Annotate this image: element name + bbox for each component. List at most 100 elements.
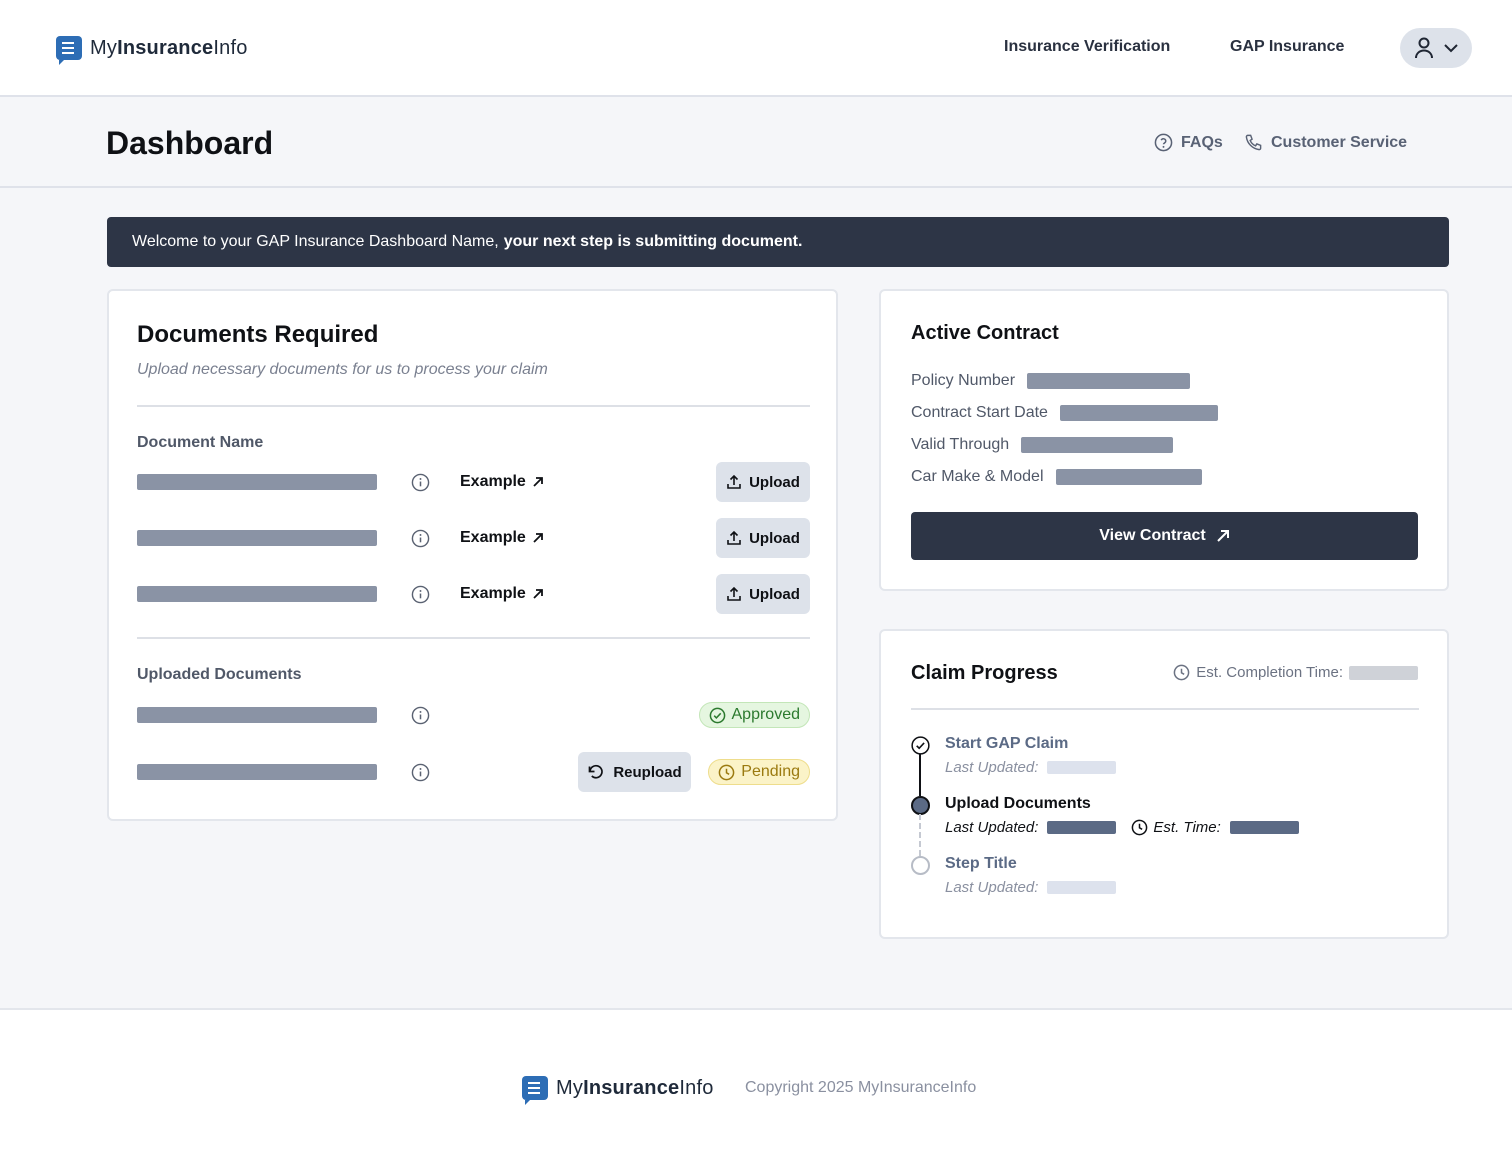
nav-insurance-verification[interactable]: Insurance Verification bbox=[1004, 38, 1170, 56]
step-meta: Last Updated: Est. Time: bbox=[945, 819, 1299, 836]
pending-badge: Pending bbox=[708, 759, 810, 785]
est-completion-label: Est. Completion Time: bbox=[1196, 664, 1343, 681]
documents-subtitle: Upload necessary documents for us to pro… bbox=[137, 361, 548, 378]
example-link[interactable]: Example bbox=[460, 473, 544, 491]
info-icon[interactable] bbox=[411, 763, 430, 782]
last-updated-placeholder bbox=[1047, 761, 1117, 774]
documents-required-card: Documents Required Upload necessary docu… bbox=[107, 289, 838, 821]
contract-start-date-field: Contract Start Date bbox=[911, 404, 1218, 422]
required-document-row: Example Upload bbox=[137, 518, 810, 558]
user-icon bbox=[1415, 37, 1433, 59]
upcoming-step-icon bbox=[911, 856, 930, 875]
arrow-up-right-icon bbox=[533, 477, 543, 487]
approved-badge: Approved bbox=[698, 702, 810, 728]
document-name-placeholder bbox=[137, 707, 377, 723]
logo-icon bbox=[56, 36, 82, 65]
claim-title: Claim Progress bbox=[911, 662, 1058, 684]
required-document-row: Example Upload bbox=[137, 574, 810, 614]
top-navbar: MyInsuranceInfo Insurance Verification G… bbox=[0, 0, 1512, 97]
arrow-up-right-icon bbox=[533, 589, 543, 599]
nav-gap-insurance[interactable]: GAP Insurance bbox=[1230, 38, 1344, 56]
upload-button[interactable]: Upload bbox=[716, 518, 810, 558]
current-step-icon bbox=[911, 796, 930, 815]
step-meta: Last Updated: bbox=[945, 879, 1117, 896]
brand-name: MyInsuranceInfo bbox=[556, 1076, 714, 1099]
user-menu-button[interactable] bbox=[1400, 28, 1472, 68]
last-updated-placeholder bbox=[1047, 821, 1117, 834]
document-name-placeholder bbox=[137, 586, 377, 602]
valid-through-placeholder bbox=[1021, 437, 1174, 453]
info-icon[interactable] bbox=[411, 585, 430, 604]
view-contract-button[interactable]: View Contract bbox=[911, 512, 1418, 560]
info-icon[interactable] bbox=[411, 529, 430, 548]
clock-icon bbox=[1173, 664, 1190, 681]
clock-icon bbox=[1132, 819, 1148, 836]
example-link[interactable]: Example bbox=[460, 585, 544, 603]
reupload-button[interactable]: Reupload bbox=[578, 752, 691, 792]
footer-logo[interactable]: MyInsuranceInfo bbox=[522, 1076, 714, 1105]
upload-icon bbox=[727, 586, 741, 601]
faqs-label: FAQs bbox=[1181, 133, 1223, 151]
document-name-placeholder bbox=[137, 474, 377, 490]
progress-connector-complete bbox=[919, 754, 921, 796]
last-updated-placeholder bbox=[1047, 881, 1117, 894]
uploaded-document-row: Reupload Pending bbox=[137, 752, 810, 792]
est-time-placeholder bbox=[1229, 821, 1299, 834]
divider bbox=[137, 405, 810, 407]
car-make-model-field: Car Make & Model bbox=[911, 468, 1202, 486]
page-header: Dashboard FAQs Customer Service bbox=[0, 97, 1512, 188]
documents-title: Documents Required bbox=[137, 321, 379, 348]
active-contract-card: Active Contract Policy Number Contract S… bbox=[879, 289, 1449, 591]
divider bbox=[137, 637, 810, 639]
est-completion-placeholder bbox=[1349, 665, 1418, 680]
chevron-down-icon bbox=[1444, 43, 1458, 52]
arrow-up-right-icon bbox=[533, 533, 543, 543]
example-link[interactable]: Example bbox=[460, 529, 544, 547]
copyright-text: Copyright 2025 MyInsuranceInfo bbox=[745, 1079, 977, 1096]
phone-icon bbox=[1245, 134, 1262, 151]
step-title: Step Title bbox=[945, 855, 1017, 872]
banner-text: Welcome to your GAP Insurance Dashboard … bbox=[132, 233, 499, 250]
divider bbox=[911, 708, 1419, 710]
step-meta: Last Updated: bbox=[945, 759, 1117, 776]
valid-through-label: Valid Through bbox=[911, 436, 1010, 453]
car-make-model-placeholder bbox=[1055, 469, 1202, 485]
policy-number-field: Policy Number bbox=[911, 372, 1191, 390]
car-make-model-label: Car Make & Model bbox=[911, 468, 1044, 485]
info-icon[interactable] bbox=[411, 706, 430, 725]
progress-connector-upcoming bbox=[919, 814, 921, 856]
check-icon bbox=[911, 736, 930, 755]
claim-progress-card: Claim Progress Est. Completion Time: Sta… bbox=[879, 629, 1449, 939]
required-document-row: Example Upload bbox=[137, 462, 810, 502]
faqs-link[interactable]: FAQs bbox=[1154, 133, 1223, 152]
footer: MyInsuranceInfo Copyright 2025 MyInsuran… bbox=[0, 1008, 1512, 1162]
document-name-label: Document Name bbox=[137, 434, 264, 451]
page-title: Dashboard bbox=[106, 125, 274, 161]
customer-service-link[interactable]: Customer Service bbox=[1244, 133, 1407, 152]
customer-service-label: Customer Service bbox=[1271, 133, 1408, 151]
banner-next-step: your next step is submitting document. bbox=[503, 233, 803, 250]
contract-title: Active Contract bbox=[911, 322, 1059, 344]
document-name-placeholder bbox=[137, 530, 377, 546]
brand-logo[interactable]: MyInsuranceInfo bbox=[56, 36, 248, 65]
brand-name: MyInsuranceInfo bbox=[90, 36, 248, 59]
document-name-placeholder bbox=[137, 764, 377, 780]
rotate-ccw-icon bbox=[588, 764, 604, 779]
step-title: Start GAP Claim bbox=[945, 735, 1069, 752]
info-icon[interactable] bbox=[411, 473, 430, 492]
upload-button[interactable]: Upload bbox=[716, 462, 810, 502]
welcome-banner: Welcome to your GAP Insurance Dashboard … bbox=[107, 217, 1449, 267]
upload-button[interactable]: Upload bbox=[716, 574, 810, 614]
arrow-up-right-icon bbox=[1216, 530, 1229, 542]
logo-icon bbox=[522, 1076, 548, 1105]
help-circle-icon bbox=[1154, 133, 1173, 152]
valid-through-field: Valid Through bbox=[911, 436, 1174, 454]
clock-icon bbox=[718, 764, 735, 780]
upload-icon bbox=[727, 474, 741, 489]
policy-number-placeholder bbox=[1027, 373, 1191, 389]
contract-start-date-placeholder bbox=[1059, 405, 1218, 421]
est-completion: Est. Completion Time: bbox=[1173, 664, 1418, 681]
uploaded-documents-label: Uploaded Documents bbox=[137, 666, 302, 683]
contract-start-date-label: Contract Start Date bbox=[911, 404, 1048, 421]
step-title: Upload Documents bbox=[945, 795, 1091, 812]
